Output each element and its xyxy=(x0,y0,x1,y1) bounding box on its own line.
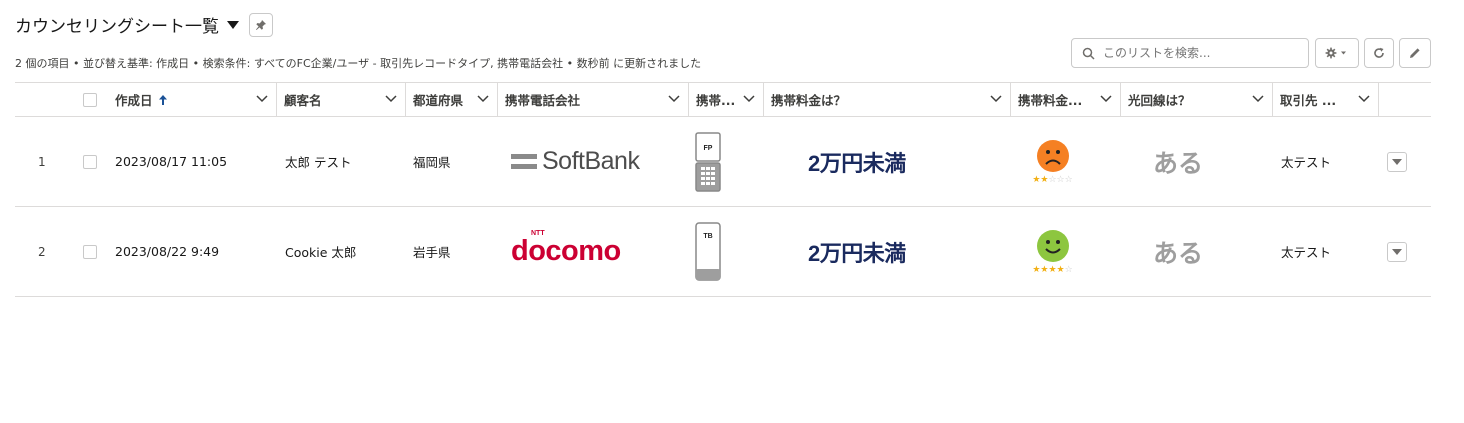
happy-face-icon xyxy=(1036,229,1069,262)
row-action-cell xyxy=(1387,117,1407,206)
column-header-customer[interactable]: 顧客名 xyxy=(276,83,405,116)
list-view-header: カウンセリングシート一覧 xyxy=(15,12,273,37)
softbank-bars-logo xyxy=(511,153,537,169)
chevron-down-icon[interactable] xyxy=(668,95,680,103)
pin-list-button[interactable] xyxy=(249,12,273,37)
row-number: 1 xyxy=(38,154,46,169)
smartphone-icon: TB xyxy=(695,221,721,281)
column-header-created[interactable]: 作成日 xyxy=(107,83,276,116)
phone-type-label: FP xyxy=(704,145,713,152)
carrier-sub-label: NTT xyxy=(531,230,545,237)
satisfaction-cell: ★★★★☆ xyxy=(1020,207,1085,296)
chevron-down-icon[interactable] xyxy=(385,95,397,103)
rating-stars: ★★☆☆☆ xyxy=(1032,174,1073,185)
column-header-prefecture[interactable]: 都道府県 xyxy=(405,83,497,116)
customer-name-link[interactable]: 太郎 テスト xyxy=(285,152,351,171)
refresh-icon xyxy=(1374,47,1384,58)
fiber-value: ある xyxy=(1153,149,1204,178)
list-settings-button[interactable] xyxy=(1315,38,1359,68)
phone-type-cell: TB xyxy=(695,207,723,296)
phone-type-cell: FP xyxy=(695,117,723,206)
search-icon xyxy=(1082,47,1095,60)
phone-type-label: TB xyxy=(703,233,712,240)
refresh-button[interactable] xyxy=(1364,38,1394,68)
fiber-value: ある xyxy=(1153,239,1204,268)
table-row[interactable]: 2 2023/08/22 9:49 Cookie 太郎 岩手県 NTT doco… xyxy=(15,207,1431,297)
pin-icon xyxy=(256,19,266,30)
row-actions-button[interactable] xyxy=(1387,151,1407,172)
column-header-fee[interactable]: 携帯料金は？ xyxy=(763,83,1010,116)
fee-value: 2万円未満 xyxy=(808,150,906,176)
column-header-account[interactable]: 取引先 ... xyxy=(1272,83,1378,116)
carrier-name: SoftBank xyxy=(542,147,640,175)
records-table: 作成日 顧客名 都道府県 携帯電話会社 携帯... 携帯料金は？ 携帯料金...… xyxy=(15,82,1431,297)
chevron-down-icon[interactable] xyxy=(990,95,1002,103)
search-field[interactable] xyxy=(1071,38,1309,68)
rating-stars: ★★★★☆ xyxy=(1032,264,1073,275)
row-number: 2 xyxy=(38,244,46,259)
caret-down-icon xyxy=(1392,248,1402,255)
sad-face-icon xyxy=(1036,139,1069,172)
satisfaction-cell: ★★☆☆☆ xyxy=(1020,117,1085,206)
carrier-name: docomo xyxy=(511,235,621,267)
pencil-icon xyxy=(1410,48,1420,58)
created-date: 2023/08/17 11:05 xyxy=(115,154,228,169)
chevron-down-icon[interactable] xyxy=(1100,95,1112,103)
carrier-logo-softbank: SoftBank xyxy=(511,117,640,206)
chevron-down-icon[interactable] xyxy=(1252,95,1264,103)
row-actions-button[interactable] xyxy=(1387,241,1407,262)
created-date: 2023/08/22 9:49 xyxy=(115,244,220,259)
account-link[interactable]: 太テスト xyxy=(1281,152,1331,171)
column-header-carrier[interactable]: 携帯電話会社 xyxy=(497,83,688,116)
prefecture: 岩手県 xyxy=(413,245,451,260)
sort-ascending-icon xyxy=(158,94,167,105)
column-divider[interactable] xyxy=(1378,83,1379,116)
carrier-logo-docomo: NTT docomo xyxy=(511,207,621,296)
table-row[interactable]: 1 2023/08/17 11:05 太郎 テスト 福岡県 SoftBank F… xyxy=(15,117,1431,207)
list-view-dropdown-icon[interactable] xyxy=(227,20,239,29)
chevron-down-icon[interactable] xyxy=(1358,95,1370,103)
feature-phone-icon: FP xyxy=(695,131,721,192)
column-header-phone-type[interactable]: 携帯... xyxy=(688,83,763,116)
account-link[interactable]: 太テスト xyxy=(1281,242,1331,261)
chevron-down-icon[interactable] xyxy=(256,95,268,103)
column-header-satisfaction[interactable]: 携帯料金... xyxy=(1010,83,1120,116)
customer-name-link[interactable]: Cookie 太郎 xyxy=(285,242,356,261)
column-header-fiber[interactable]: 光回線は？ xyxy=(1120,83,1272,116)
row-action-cell xyxy=(1387,207,1407,296)
row-checkbox[interactable] xyxy=(83,154,97,169)
chevron-down-icon[interactable] xyxy=(477,95,489,103)
select-all-cell xyxy=(83,83,97,116)
fee-value: 2万円未満 xyxy=(808,240,906,266)
gear-icon xyxy=(1325,47,1346,59)
inline-edit-button[interactable] xyxy=(1399,38,1431,68)
select-all-checkbox[interactable] xyxy=(83,92,97,107)
search-input[interactable] xyxy=(1103,46,1293,60)
chevron-down-icon[interactable] xyxy=(743,95,755,103)
caret-down-icon xyxy=(1392,158,1402,165)
list-info-text: 2 個の項目 • 並び替え基準: 作成日 • 検索条件: すべてのFC企業/ユー… xyxy=(15,57,702,70)
page-title: カウンセリングシート一覧 xyxy=(15,17,219,37)
table-header: 作成日 顧客名 都道府県 携帯電話会社 携帯... 携帯料金は？ 携帯料金...… xyxy=(15,82,1431,117)
row-checkbox[interactable] xyxy=(83,244,97,259)
prefecture: 福岡県 xyxy=(413,155,451,170)
